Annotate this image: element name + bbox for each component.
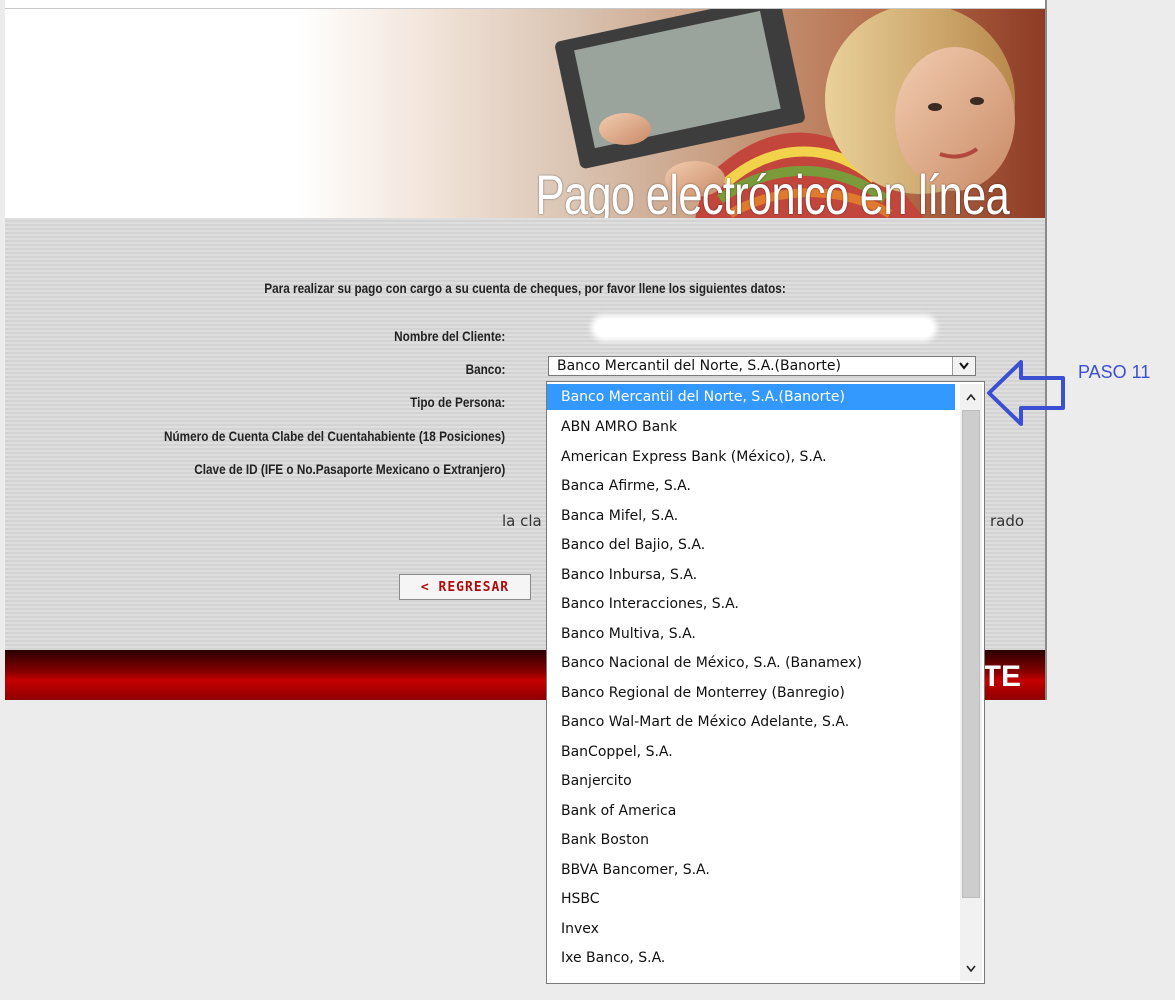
- dropdown-option[interactable]: BBVA Bancomer, S.A.: [547, 855, 955, 885]
- scroll-down-icon[interactable]: [960, 957, 982, 979]
- label-tipo-persona: Tipo de Persona:: [409, 394, 505, 410]
- dropdown-option[interactable]: American Express Bank (México), S.A.: [547, 442, 955, 472]
- dropdown-option[interactable]: Invex: [547, 914, 955, 944]
- dropdown-option[interactable]: Banco Mercantil del Norte, S.A.(Banorte): [547, 384, 955, 410]
- partial-text-left: la cla: [502, 512, 542, 530]
- dropdown-option[interactable]: Banco Wal-Mart de México Adelante, S.A.: [547, 707, 955, 737]
- banco-select-value: Banco Mercantil del Norte, S.A.(Banorte): [557, 358, 841, 374]
- dropdown-option[interactable]: ABN AMRO Bank: [547, 412, 955, 442]
- dropdown-option[interactable]: Banca Mifel, S.A.: [547, 501, 955, 531]
- chevron-down-icon[interactable]: [952, 357, 975, 375]
- dropdown-option[interactable]: Banca Afirme, S.A.: [547, 471, 955, 501]
- dropdown-option[interactable]: HSBC: [547, 884, 955, 914]
- banco-select[interactable]: Banco Mercantil del Norte, S.A.(Banorte): [548, 356, 976, 376]
- scroll-up-icon[interactable]: [960, 386, 982, 408]
- client-name-redacted: [595, 319, 933, 337]
- dropdown-option[interactable]: Banjercito: [547, 766, 955, 796]
- banner: Pago electrónico en línea: [5, 8, 1045, 219]
- banco-dropdown-list[interactable]: Banco Mercantil del Norte, S.A.(Banorte)…: [546, 381, 985, 984]
- label-banco: Banco:: [465, 361, 505, 377]
- label-clave-id: Clave de ID (IFE o No.Pasaporte Mexicano…: [193, 461, 505, 477]
- back-button[interactable]: < REGRESAR: [399, 574, 531, 600]
- dropdown-option[interactable]: Banco Multiva, S.A.: [547, 619, 955, 649]
- dropdown-option[interactable]: Banco Regional de Monterrey (Banregio): [547, 678, 955, 708]
- step-annotation-label: PASO 11: [1078, 362, 1151, 382]
- dropdown-option[interactable]: Banco del Bajio, S.A.: [547, 530, 955, 560]
- scrollbar-thumb[interactable]: [962, 410, 980, 898]
- banner-title: Pago electrónico en línea: [535, 163, 1010, 219]
- form-intro: Para realizar su pago con cargo a su cue…: [264, 280, 786, 296]
- dropdown-option[interactable]: Banco Nacional de México, S.A. (Banamex): [547, 648, 955, 678]
- dropdown-option[interactable]: Banco Interacciones, S.A.: [547, 589, 955, 619]
- dropdown-option[interactable]: BanCoppel, S.A.: [547, 737, 955, 767]
- dropdown-option[interactable]: Banco Inbursa, S.A.: [547, 560, 955, 590]
- footer-logo: TE: [982, 660, 1021, 693]
- dropdown-option[interactable]: Bank Boston: [547, 825, 955, 855]
- dropdown-scrollbar[interactable]: [960, 384, 982, 981]
- partial-text-right: rado: [990, 512, 1025, 530]
- label-nombre: Nombre del Cliente:: [393, 328, 505, 344]
- label-cuenta-clabe: Número de Cuenta Clabe del Cuentahabient…: [163, 428, 505, 444]
- dropdown-option[interactable]: Bank of America: [547, 796, 955, 826]
- dropdown-option[interactable]: Ixe Banco, S.A.: [547, 943, 955, 973]
- arrow-left-icon: [987, 360, 1065, 426]
- back-button-label: < REGRESAR: [420, 579, 510, 595]
